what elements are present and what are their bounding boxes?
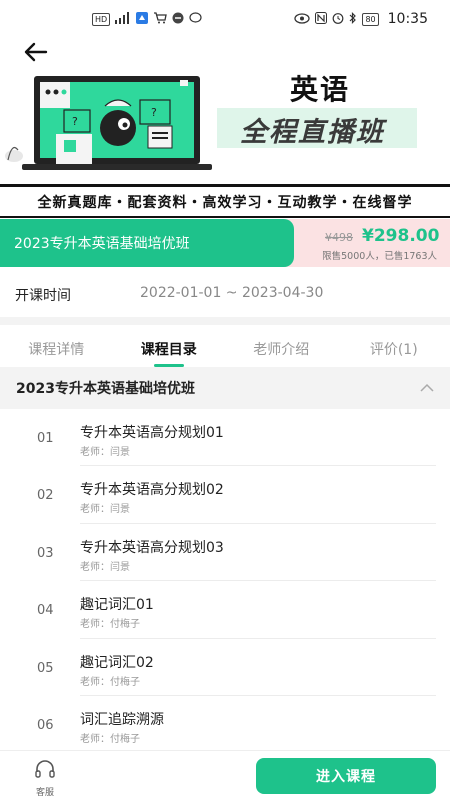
feature-strip: 全新真题库・配套资料・高效学习・互动教学・在线督学	[0, 184, 450, 218]
bluetooth-icon	[349, 12, 357, 26]
tab-teacher-intro[interactable]: 老师介绍	[225, 325, 338, 367]
course-name: 2023专升本英语基础培优班	[0, 219, 294, 267]
list-item[interactable]: 02 专升本英语高分规划02 老师：闫景	[0, 466, 450, 524]
lesson-number: 04	[37, 603, 54, 619]
status-right: 80 10:35	[294, 11, 428, 27]
back-button[interactable]	[22, 40, 50, 64]
lesson-teacher: 老师：付梅子	[80, 733, 140, 745]
customer-service-label: 客服	[35, 788, 54, 798]
current-price: ¥298.00	[362, 226, 440, 246]
list-item[interactable]: 04 趣记词汇01 老师：付梅子	[0, 581, 450, 639]
list-item[interactable]: 01 专升本英语高分规划01 老师：闫景	[0, 409, 450, 467]
schedule-label: 开课时间	[15, 288, 71, 304]
lesson-title: 词汇追踪溯源	[80, 711, 164, 728]
hd-icon: HD	[92, 12, 111, 26]
section-divider	[0, 317, 450, 325]
nfc-icon	[315, 12, 328, 26]
chapter-header[interactable]: 2023专升本英语基础培优班	[0, 367, 450, 409]
lesson-title: 趣记词汇02	[80, 654, 154, 671]
svg-text:?: ?	[151, 106, 157, 119]
tab-course-catalog[interactable]: 课程目录	[113, 325, 226, 367]
enter-course-button[interactable]: 进入课程	[256, 758, 436, 794]
app-icon	[172, 12, 184, 26]
lesson-teacher: 老师：闫景	[80, 447, 130, 458]
tab-bar: 课程详情 课程目录 老师介绍 评价(1)	[0, 325, 450, 367]
schedule-value: 2022-01-01 ~ 2023-04-30	[140, 285, 324, 301]
lesson-teacher: 老师：闫景	[80, 561, 130, 573]
customer-service-button[interactable]: 客服	[30, 759, 60, 798]
original-price: ¥498	[325, 231, 353, 244]
lesson-number: 02	[37, 488, 54, 504]
status-left: HD	[92, 12, 202, 26]
lesson-title: 专升本英语高分规划01	[80, 425, 224, 441]
course-detail-page: HD 80 10:35 ? ? 英语 全程直播班 全新真题库・配套资料・高效学习…	[0, 0, 450, 800]
tab-course-details[interactable]: 课程详情	[0, 325, 113, 367]
lesson-list: 01 专升本英语高分规划01 老师：闫景 02 专升本英语高分规划02 老师：闫…	[0, 409, 450, 753]
chat-icon	[189, 12, 202, 26]
lesson-number: 06	[37, 717, 54, 733]
notification-icon	[136, 12, 149, 26]
back-arrow-icon	[24, 42, 48, 62]
cart-icon	[153, 12, 167, 26]
list-item[interactable]: 03 专升本英语高分规划03 老师：闫景	[0, 524, 450, 582]
lesson-title: 趣记词汇01	[80, 597, 154, 614]
lesson-number: 05	[37, 660, 54, 676]
chapter-title: 2023专升本英语基础培优班	[16, 381, 195, 397]
list-item[interactable]: 05 趣记词汇02 老师：付梅子	[0, 639, 450, 696]
banner-illustration: ? ?	[5, 76, 212, 170]
tab-reviews[interactable]: 评价(1)	[338, 325, 450, 367]
bottom-bar: 客服 进入课程	[0, 750, 450, 800]
lesson-teacher: 老师：闫景	[80, 504, 130, 516]
lesson-title: 专升本英语高分规划03	[80, 539, 224, 556]
lesson-number: 01	[37, 431, 54, 446]
status-time: 10:35	[387, 11, 428, 27]
chevron-up-icon	[420, 383, 434, 392]
status-bar: HD 80 10:35	[0, 0, 450, 38]
svg-text:?: ?	[72, 115, 78, 128]
battery-icon: 80	[362, 12, 379, 26]
lesson-teacher: 老师：付梅子	[80, 676, 140, 688]
lesson-teacher: 老师：付梅子	[80, 619, 140, 631]
eye-icon	[294, 12, 311, 26]
lesson-title: 专升本英语高分规划02	[80, 482, 224, 499]
5g-signal-icon	[115, 12, 131, 26]
list-item[interactable]: 06 词汇追踪溯源 老师：付梅子	[0, 696, 450, 753]
banner-subtitle: 全程直播班	[240, 117, 385, 148]
headset-icon	[35, 760, 55, 778]
lesson-number: 03	[37, 545, 54, 561]
alarm-icon	[332, 12, 344, 26]
enrollment-info: 限售5000人，已售1763人	[322, 251, 437, 262]
banner-title: 英语	[290, 73, 351, 106]
